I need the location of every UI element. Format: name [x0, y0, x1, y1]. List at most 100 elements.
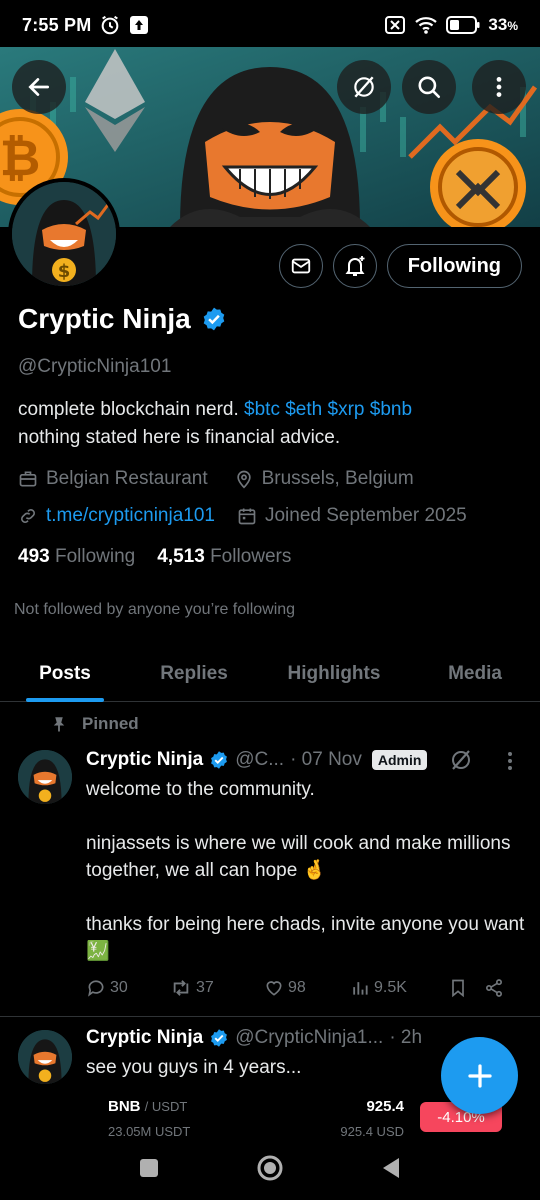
cashtag-bnb[interactable]: $bnb: [370, 399, 412, 420]
back-nav-button[interactable]: [380, 1156, 402, 1185]
tab-replies-label: Replies: [160, 663, 228, 684]
profile-location: Brussels, Belgium: [261, 468, 414, 489]
cashtag-xrp[interactable]: $xrp: [328, 399, 365, 420]
cashtag-btc[interactable]: $btc: [244, 399, 280, 420]
profile-name-row: Cryptic Ninja: [18, 303, 227, 335]
alarm-icon: [99, 14, 121, 36]
post-text: welcome to the community. ninjassets is …: [86, 776, 526, 965]
home-button[interactable]: [256, 1154, 284, 1187]
verified-badge-icon: [211, 751, 228, 769]
pinned-label: Pinned: [50, 714, 139, 734]
envelope-icon: [291, 258, 310, 274]
pinned-text: Pinned: [82, 714, 139, 733]
more-options-button[interactable]: [472, 60, 526, 114]
post-paragraph: [86, 803, 526, 830]
grok-icon[interactable]: [449, 748, 473, 772]
post-more-button[interactable]: [500, 750, 520, 777]
upload-notification-icon: [129, 15, 149, 35]
bio-disclaimer: nothing stated here is financial advice.: [18, 427, 341, 448]
battery-level: 33%: [488, 15, 518, 34]
bio-text: complete blockchain nerd.: [18, 399, 239, 420]
followers-count-link[interactable]: 4,513 Followers: [157, 546, 291, 568]
profile-stats: 493 Following 4,513 Followers: [18, 546, 291, 568]
profile-meta-row-2: t.me/crypticninja101 Joined September 20…: [18, 505, 467, 527]
notifications-button[interactable]: [332, 244, 377, 288]
battery-icon: [446, 16, 480, 34]
like-count: 98: [288, 979, 306, 996]
recent-apps-button[interactable]: [138, 1157, 160, 1184]
ninja-avatar-image: $: [12, 182, 116, 286]
tab-highlights[interactable]: Highlights: [258, 646, 410, 702]
post-author-name[interactable]: Cryptic Ninja: [86, 1027, 203, 1049]
pin-icon: [53, 717, 65, 732]
grok-icon: [354, 76, 374, 98]
location-pin-icon: [236, 470, 251, 489]
back-button[interactable]: [12, 60, 66, 114]
cashtag-eth[interactable]: $eth: [285, 399, 322, 420]
ticker-pair: / USDT: [144, 1099, 188, 1114]
post-author-handle: @CrypticNinja1...: [235, 1027, 384, 1048]
following-button[interactable]: Following: [386, 244, 522, 288]
ticker-price: 925.4: [366, 1098, 404, 1115]
followers-count: 4,513: [157, 546, 205, 567]
post-header: Cryptic Ninja @CrypticNinja1... · 2h: [86, 1027, 422, 1049]
share-button[interactable]: [484, 978, 504, 998]
profile-meta-row-1: Belgian Restaurant Brussels, Belgium: [18, 468, 414, 490]
verified-badge-icon[interactable]: [201, 306, 227, 332]
bookmark-button[interactable]: [448, 978, 484, 998]
following-label: Following: [54, 546, 136, 567]
profile-link[interactable]: t.me/crypticninja101: [46, 505, 215, 527]
more-vertical-icon: [508, 752, 512, 770]
post-paragraph: ninjassets is where we will cook and mak…: [86, 833, 511, 881]
tab-media-label: Media: [448, 663, 502, 684]
bell-plus-icon: [345, 256, 365, 276]
following-count-link[interactable]: 493 Following: [18, 546, 135, 568]
ninja-avatar-image: [18, 1030, 72, 1084]
search-button[interactable]: [402, 60, 456, 114]
view-count: 9.5K: [374, 979, 407, 996]
post-divider: [0, 1016, 540, 1017]
reply-count: 30: [110, 979, 128, 996]
ticker-symbol-text: BNB: [108, 1098, 141, 1115]
profile-joined-date: Joined September 2025: [264, 505, 467, 526]
share-icon: [486, 979, 502, 997]
post-avatar[interactable]: [18, 1030, 72, 1084]
profile-avatar[interactable]: $: [8, 178, 120, 290]
bookmark-icon: [452, 979, 464, 998]
grok-button[interactable]: [337, 60, 391, 114]
tab-replies[interactable]: Replies: [130, 646, 258, 702]
post-time: · 2h: [389, 1027, 423, 1048]
post-author-handle: @C...: [235, 749, 285, 770]
admin-badge: Admin: [371, 750, 428, 770]
profile-actions: Following: [278, 244, 522, 288]
repost-count: 37: [196, 979, 214, 996]
square-icon: [140, 1158, 158, 1177]
post-avatar[interactable]: [18, 750, 72, 804]
tab-posts[interactable]: Posts: [0, 646, 130, 702]
repost-button[interactable]: 37: [170, 978, 264, 998]
wifi-icon: [414, 15, 438, 35]
not-followed-notice: Not followed by anyone you’re following: [14, 601, 296, 618]
reply-icon: [88, 980, 104, 997]
post-author-name[interactable]: Cryptic Ninja: [86, 749, 203, 771]
svg-text:₿: ₿: [0, 129, 40, 187]
ninja-avatar-image: [18, 750, 72, 804]
message-button[interactable]: [278, 244, 323, 288]
post-time: · 07 Nov: [290, 749, 362, 770]
post-paragraph: welcome to the community.: [86, 779, 315, 800]
compose-post-button[interactable]: [441, 1037, 518, 1114]
ticker-symbol: BNB / USDT: [108, 1098, 187, 1115]
more-vertical-icon: [496, 77, 502, 97]
active-tab-indicator: [26, 698, 104, 702]
like-button[interactable]: 98: [264, 978, 350, 998]
views-icon: [353, 982, 368, 995]
reply-button[interactable]: 30: [86, 978, 170, 998]
search-icon: [418, 76, 441, 99]
ticker-price-usd: 925.4 USD: [340, 1124, 404, 1139]
views-button[interactable]: 9.5K: [350, 978, 448, 998]
profile-category: Belgian Restaurant: [46, 468, 208, 489]
tab-media[interactable]: Media: [410, 646, 540, 702]
verified-badge-icon: [211, 1029, 228, 1047]
followers-label: Followers: [210, 546, 292, 567]
tab-highlights-label: Highlights: [287, 663, 381, 684]
